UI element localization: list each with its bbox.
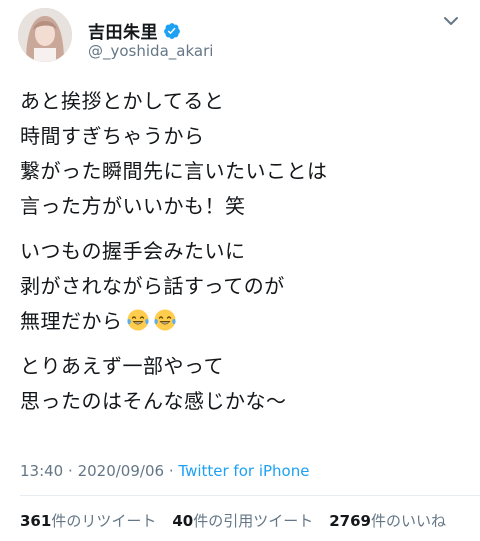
tweet-line-with-emoji: 無理だから [20, 304, 460, 339]
chevron-down-icon[interactable] [440, 10, 462, 32]
tweet-paragraph-1: あと挨拶とかしてると 時間すぎちゃうから 繋がった瞬間先に言いたいことは 言った… [20, 84, 460, 224]
meta-separator: · [168, 462, 174, 480]
tweet-line: 剥がされながら話すってのが [20, 274, 285, 298]
quotes-label: 件の引用ツイート [193, 512, 314, 530]
tweet-line: 無理だから [20, 309, 123, 333]
retweets-count: 361 [20, 512, 52, 530]
author-handle[interactable]: @_yoshida_akari [88, 42, 213, 60]
tweet-line: 言った方がいいかも！笑 [20, 194, 246, 218]
retweets-stat[interactable]: 361件のリツイート [20, 510, 156, 531]
author-display-name[interactable]: 吉田朱里 [88, 18, 158, 43]
tweet-paragraph-3: とりあえず一部やって 思ったのはそんな感じかな〜 [20, 349, 460, 419]
tweet-line: 思ったのはそんな感じかな〜 [20, 389, 287, 413]
tweet-paragraph-2: いつもの握手会みたいに 剥がされながら話すってのが 無理だから [20, 234, 460, 339]
tweet-line: とりあえず一部やって [20, 354, 224, 378]
tweet-source-link[interactable]: Twitter for iPhone [178, 462, 309, 480]
author-name-row: 吉田朱里 [88, 18, 181, 43]
tweet-meta: 13:40 · 2020/09/06 · Twitter for iPhone [20, 462, 309, 480]
retweets-label: 件のリツイート [51, 512, 157, 530]
likes-label: 件のいいね [370, 512, 446, 530]
avatar[interactable] [18, 8, 72, 62]
likes-stat[interactable]: 2769件のいいね [329, 510, 446, 531]
tweet-line: いつもの握手会みたいに [20, 239, 246, 263]
avatar-image [18, 8, 72, 62]
likes-count: 2769 [329, 512, 371, 530]
quotes-count: 40 [172, 512, 194, 530]
face-with-tears-of-joy-icon [126, 309, 149, 331]
quotes-stat[interactable]: 40件の引用ツイート [172, 510, 313, 531]
tweet-date[interactable]: 2020/09/06 [78, 462, 164, 480]
tweet-time[interactable]: 13:40 [20, 462, 63, 480]
tweet-line: 時間すぎちゃうから [20, 124, 205, 148]
verified-badge-icon [164, 22, 180, 39]
tweet-header: 吉田朱里 @_yoshida_akari [18, 8, 462, 66]
tweet-line: 繋がった瞬間先に言いたいことは [20, 159, 328, 183]
tweet-text: あと挨拶とかしてると 時間すぎちゃうから 繋がった瞬間先に言いたいことは 言った… [20, 84, 460, 429]
face-with-tears-of-joy-icon [153, 309, 176, 331]
tweet-line: あと挨拶とかしてると [20, 89, 225, 113]
divider [20, 495, 480, 496]
tweet-stats: 361件のリツイート 40件の引用ツイート 2769件のいいね [20, 510, 446, 531]
meta-separator: · [68, 462, 73, 480]
